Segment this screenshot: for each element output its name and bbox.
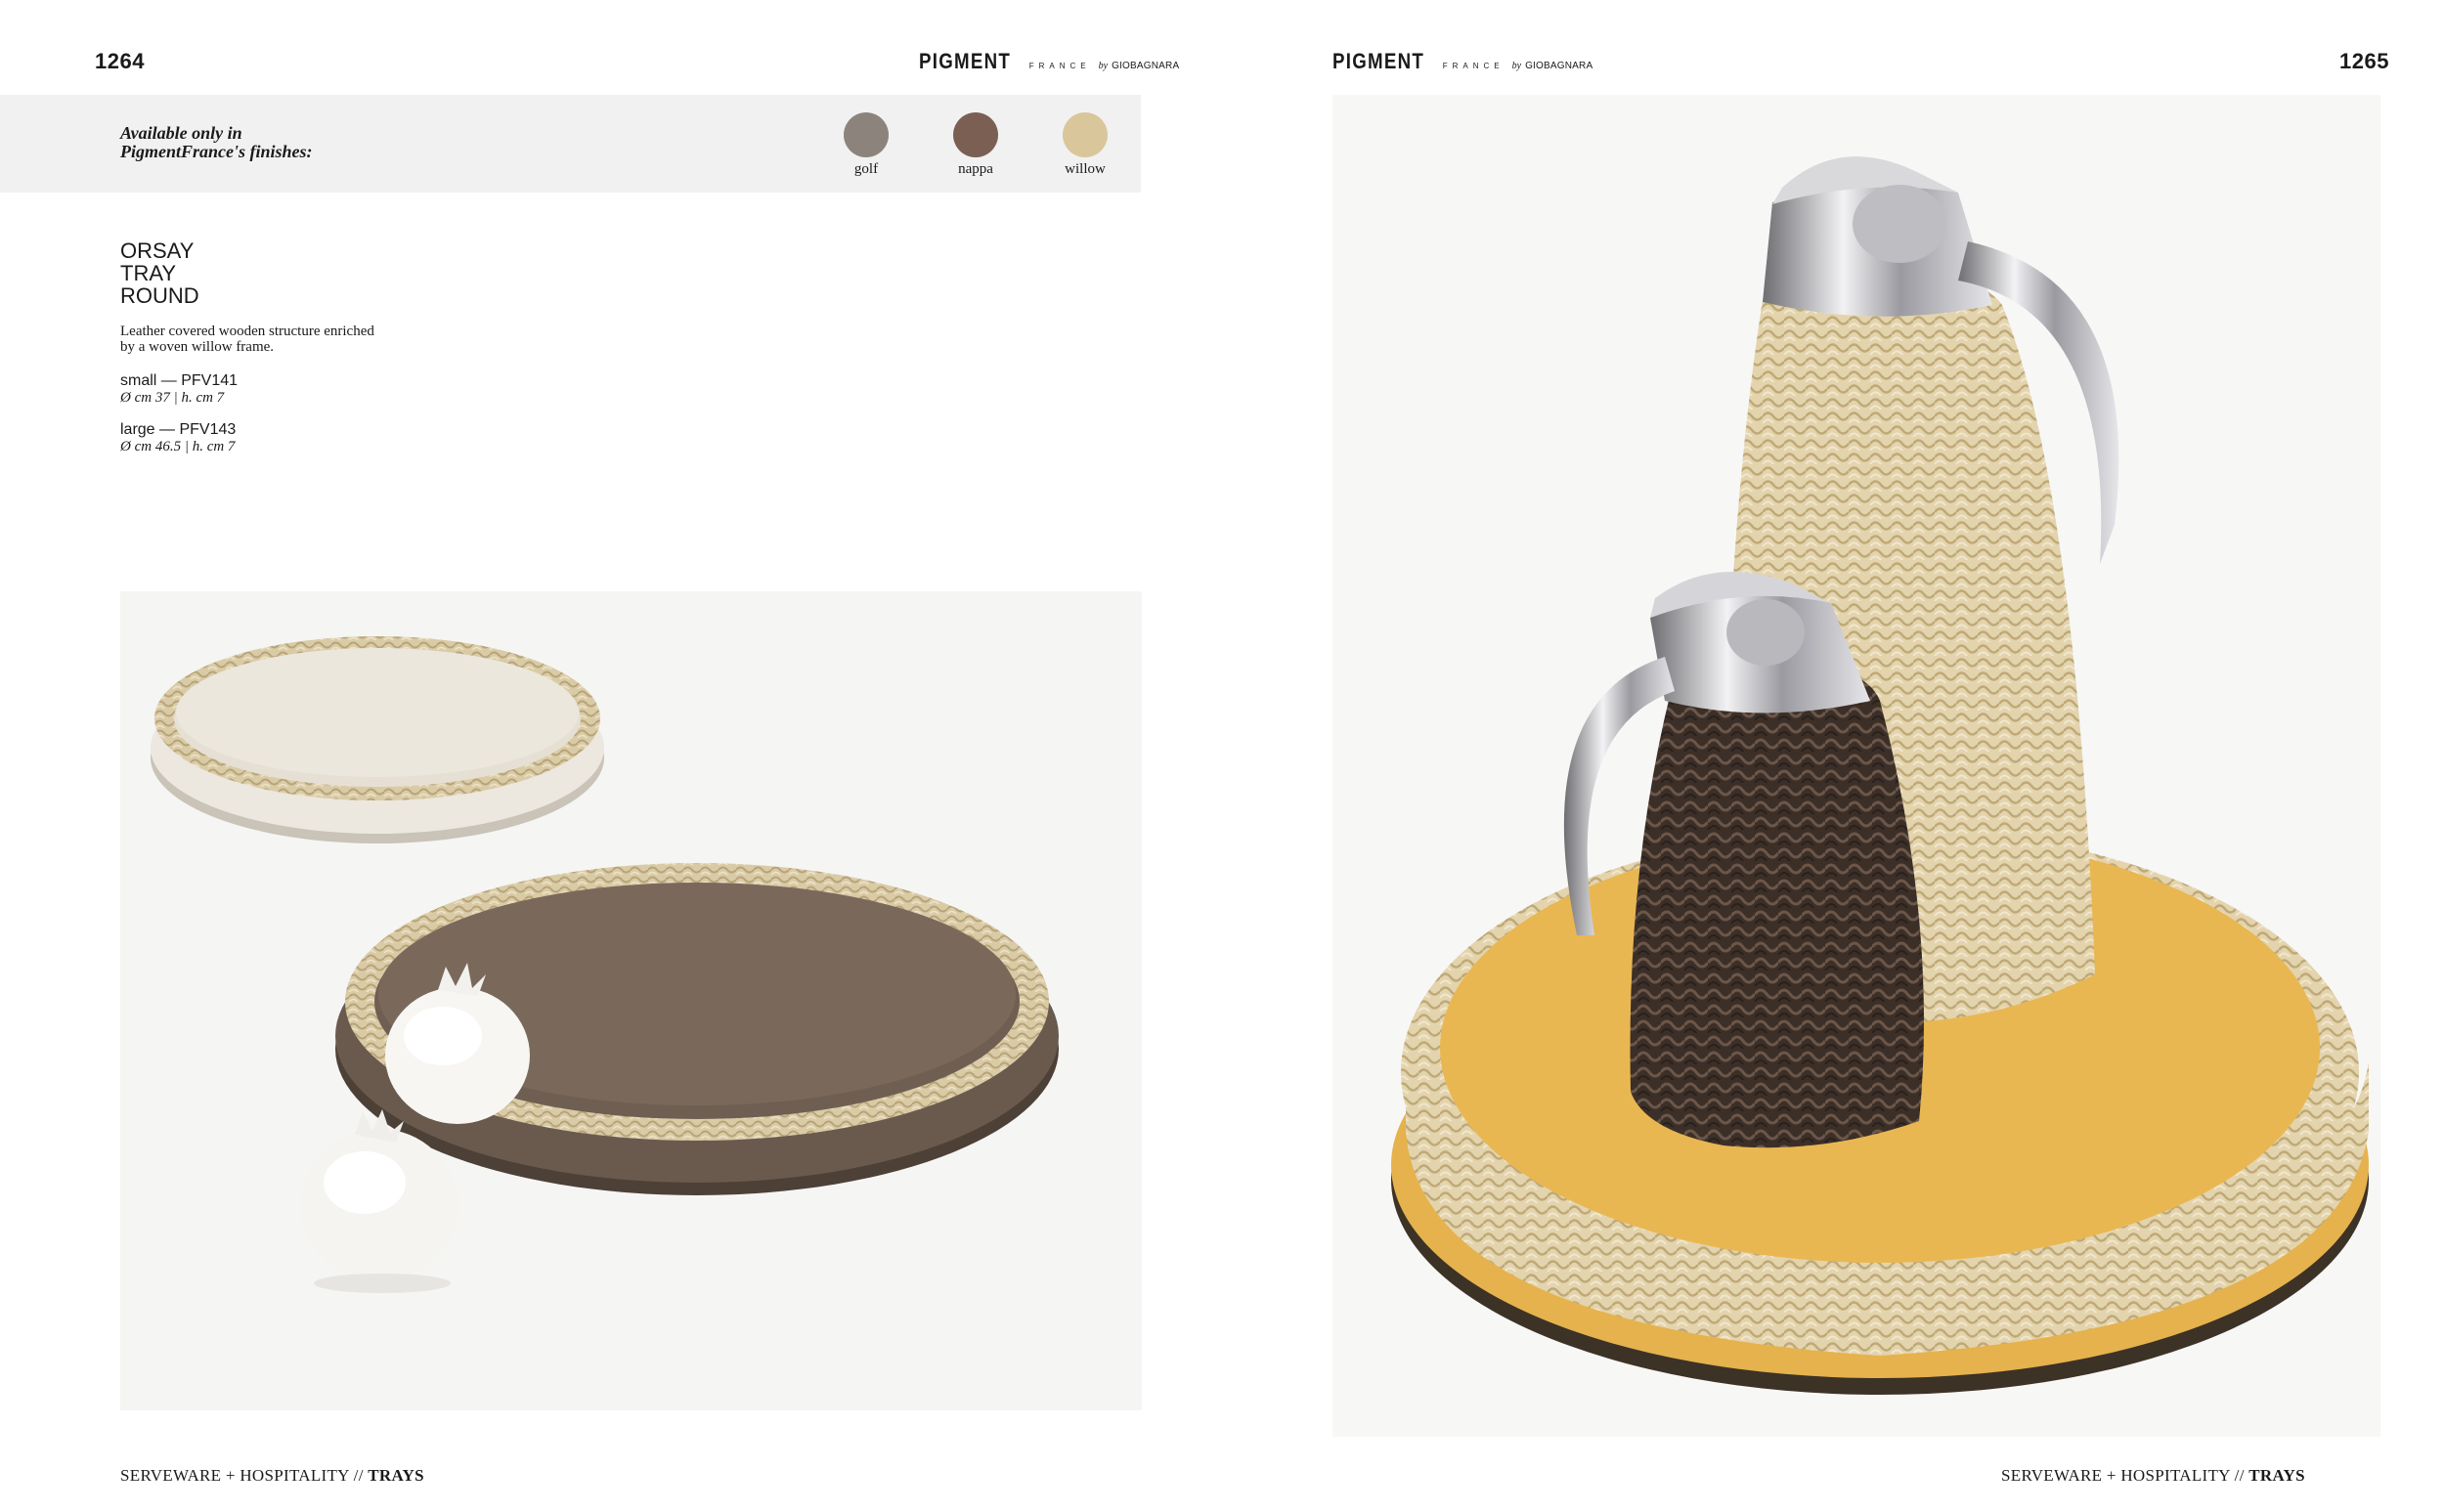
description-line-2: by a woven willow frame. xyxy=(120,339,275,355)
swatch-label-willow: willow xyxy=(1065,161,1106,177)
swatch-label-golf: golf xyxy=(853,161,879,177)
title-line-3: ROUND xyxy=(120,283,199,308)
footer-category: TRAYS xyxy=(2248,1466,2305,1485)
brand-by: by xyxy=(1098,61,1109,71)
brand-by: by xyxy=(1511,61,1522,71)
swatch-willow xyxy=(1063,112,1108,157)
footer-right: SERVEWARE + HOSPITALITY // TRAYS xyxy=(2001,1466,2305,1486)
page-number-left: 1264 xyxy=(95,49,145,73)
swatch-label-nappa: nappa xyxy=(958,161,993,177)
product-photo-thermos-on-tray xyxy=(1332,95,2380,1437)
size-large: large — PFV143 Ø cm 46.5 | h. cm 7 xyxy=(120,421,472,455)
swatch-nappa xyxy=(953,112,998,157)
title-line-1: ORSAY xyxy=(120,238,195,263)
footer-left: SERVEWARE + HOSPITALITY // TRAYS xyxy=(120,1466,424,1486)
title-line-2: TRAY xyxy=(120,261,177,285)
size-large-name: large — PFV143 xyxy=(120,421,237,438)
finishes-label-line1: Available only in xyxy=(120,123,242,143)
swatch-golf xyxy=(844,112,889,157)
size-large-dimensions: Ø cm 46.5 | h. cm 7 xyxy=(120,439,236,454)
brand-logo-left: PIGMENT FRANCE by GIOBAGNARA xyxy=(919,49,1179,74)
brand-maker: GIOBAGNARA xyxy=(1112,61,1180,71)
finishes-label-line2: PigmentFrance's finishes: xyxy=(120,142,313,161)
brand-sub: FRANCE xyxy=(1442,62,1505,70)
page-number-right: 1265 xyxy=(2339,49,2389,73)
product-description: Leather covered wooden structure enriche… xyxy=(120,324,472,355)
description-line-1: Leather covered wooden structure enriche… xyxy=(120,324,374,339)
finishes-label: Available only in PigmentFrance's finish… xyxy=(120,124,414,161)
size-small-name: small — PFV141 xyxy=(120,372,239,389)
footer-section: SERVEWARE + HOSPITALITY // xyxy=(2001,1466,2245,1485)
footer-section: SERVEWARE + HOSPITALITY // xyxy=(120,1466,364,1485)
small-tray-illustration xyxy=(151,636,604,843)
product-title: ORSAY TRAY ROUND xyxy=(120,239,414,307)
brand-maker: GIOBAGNARA xyxy=(1525,61,1593,71)
brand-name: PIGMENT xyxy=(919,49,1012,73)
product-photo-trays xyxy=(120,591,1142,1410)
brand-sub: FRANCE xyxy=(1028,62,1091,70)
footer-category: TRAYS xyxy=(368,1466,424,1485)
brand-name: PIGMENT xyxy=(1332,49,1425,73)
size-small-dimensions: Ø cm 37 | h. cm 7 xyxy=(120,390,225,406)
brand-logo-right: PIGMENT FRANCE by GIOBAGNARA xyxy=(1332,49,1593,74)
size-small: small — PFV141 Ø cm 37 | h. cm 7 xyxy=(120,372,472,407)
